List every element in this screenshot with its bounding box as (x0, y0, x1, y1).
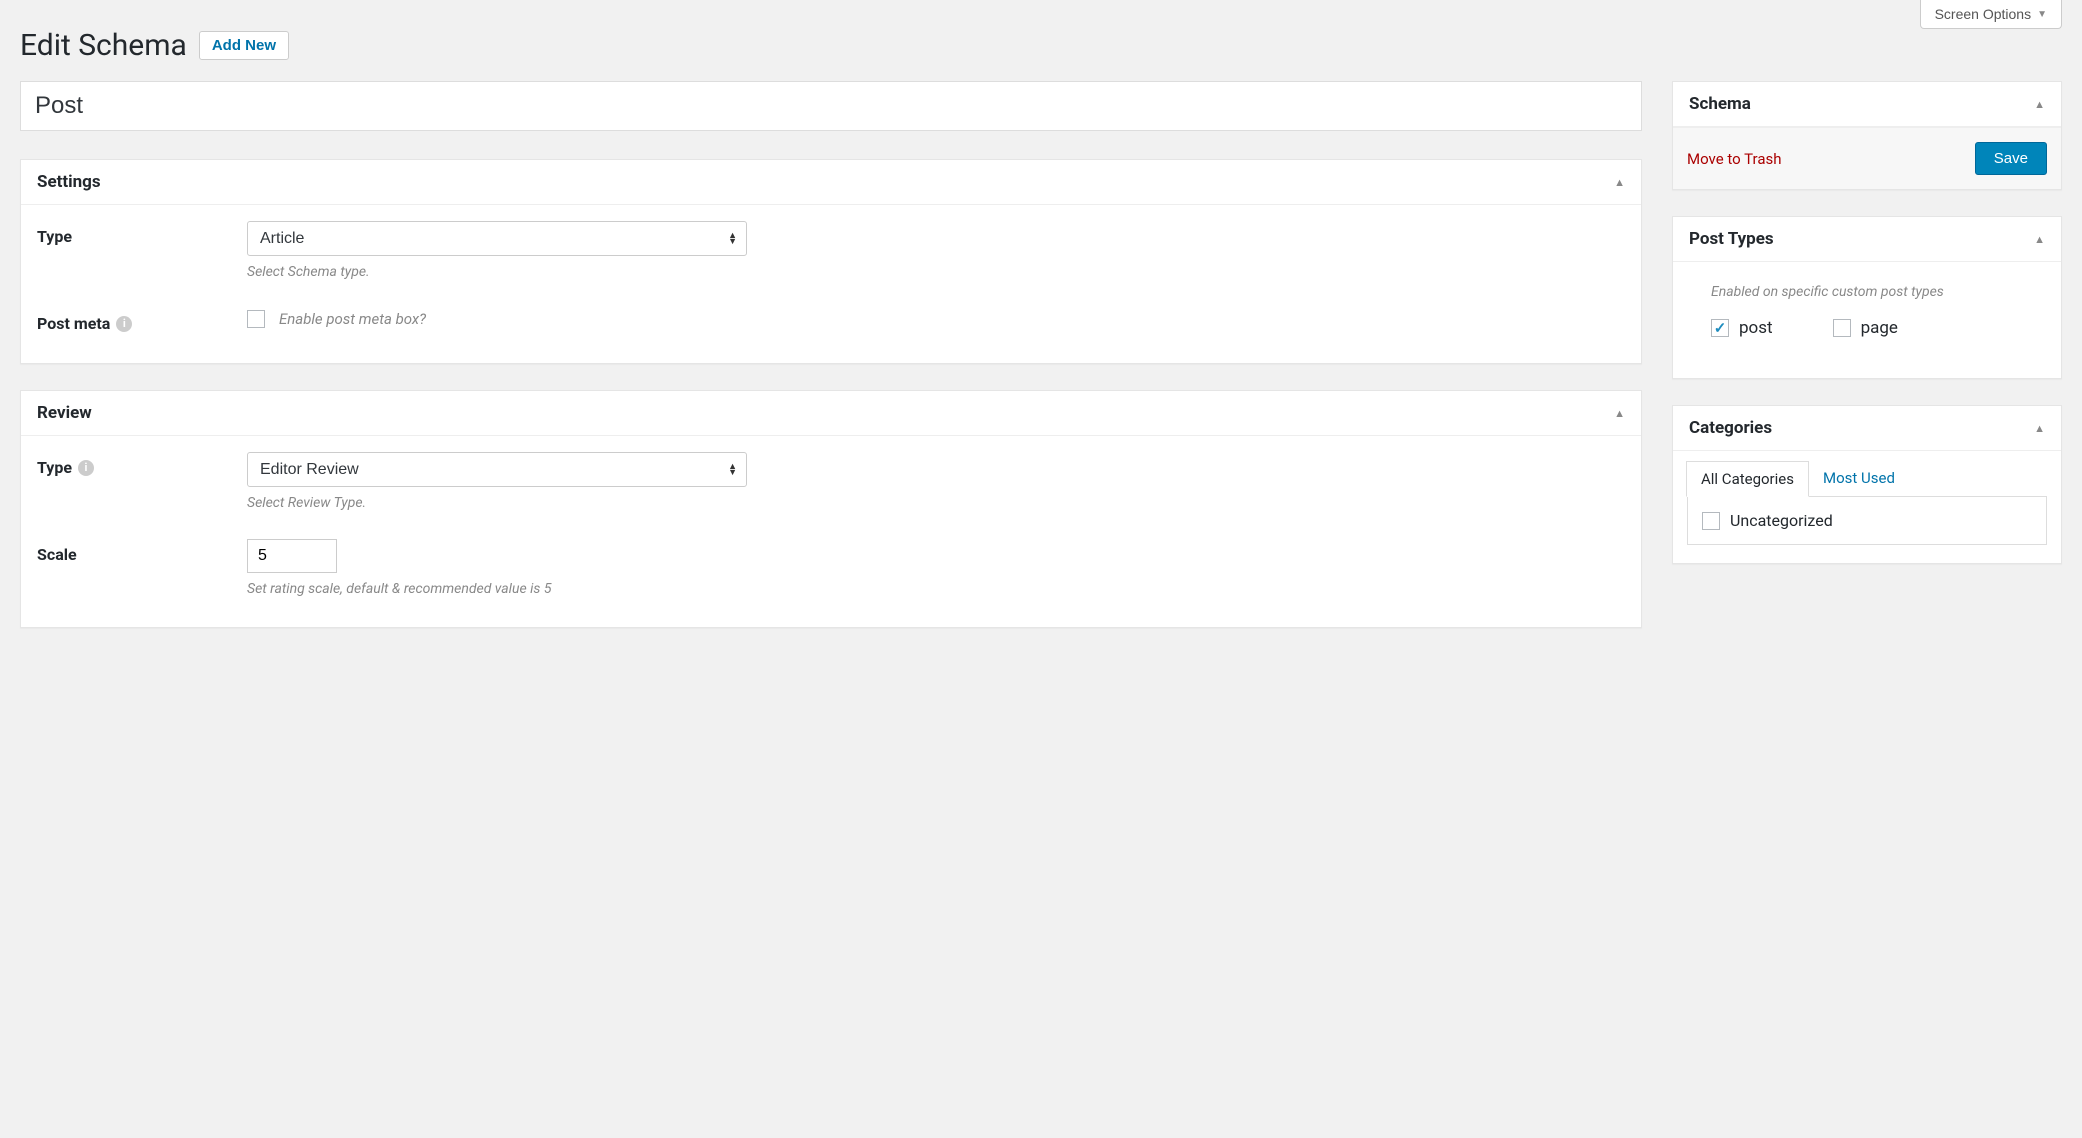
tab-all-categories[interactable]: All Categories (1686, 461, 1809, 497)
title-input[interactable] (20, 81, 1642, 131)
review-scale-label: Scale (37, 539, 227, 564)
collapse-up-icon[interactable]: ▲ (2034, 98, 2045, 111)
review-scale-input[interactable] (247, 539, 337, 573)
settings-box-header[interactable]: Settings ▲ (21, 160, 1641, 205)
chevron-down-icon: ▼ (2037, 9, 2047, 20)
collapse-up-icon[interactable]: ▲ (1614, 176, 1625, 189)
settings-type-label: Type (37, 221, 227, 246)
review-type-label: Type (37, 458, 72, 477)
screen-options-label: Screen Options (1935, 6, 2032, 22)
review-box-header[interactable]: Review ▲ (21, 391, 1641, 436)
review-box: Review ▲ Type i Editor Review (20, 390, 1642, 628)
page-title: Edit Schema (20, 28, 187, 63)
settings-heading: Settings (37, 172, 101, 192)
category-uncategorized-checkbox[interactable] (1702, 512, 1720, 530)
categories-panel: Uncategorized (1687, 497, 2047, 545)
info-icon: i (78, 460, 94, 476)
info-icon: i (116, 316, 132, 332)
move-to-trash-link[interactable]: Move to Trash (1687, 150, 1781, 168)
review-type-help: Select Review Type. (247, 495, 1625, 511)
post-types-heading: Post Types (1689, 229, 1774, 249)
screen-options-button[interactable]: Screen Options ▼ (1920, 0, 2062, 29)
category-item-label: Uncategorized (1730, 511, 1833, 530)
schema-publish-header[interactable]: Schema ▲ (1673, 82, 2061, 127)
collapse-up-icon[interactable]: ▲ (1614, 407, 1625, 420)
categories-heading: Categories (1689, 418, 1772, 438)
post-meta-checkbox[interactable] (247, 310, 265, 328)
post-types-header[interactable]: Post Types ▲ (1673, 217, 2061, 262)
post-type-page-label: page (1861, 318, 1898, 338)
collapse-up-icon[interactable]: ▲ (2034, 422, 2045, 435)
page-header: Edit Schema Add New (20, 28, 2062, 63)
tab-most-used[interactable]: Most Used (1809, 461, 1909, 496)
post-types-description: Enabled on specific custom post types (1711, 284, 2045, 300)
categories-header[interactable]: Categories ▲ (1673, 406, 2061, 451)
settings-type-help: Select Schema type. (247, 264, 1625, 280)
post-meta-checkbox-label: Enable post meta box? (279, 310, 426, 328)
add-new-button[interactable]: Add New (199, 31, 289, 60)
post-type-page-checkbox[interactable] (1833, 319, 1851, 337)
categories-tabs: All Categories Most Used (1687, 461, 2047, 497)
screen-options-wrap: Screen Options ▼ (1920, 0, 2062, 29)
post-type-option-page[interactable]: page (1833, 318, 1898, 338)
settings-type-select[interactable]: Article (247, 221, 747, 256)
review-scale-help: Set rating scale, default & recommended … (247, 581, 1625, 597)
collapse-up-icon[interactable]: ▲ (2034, 233, 2045, 246)
categories-box: Categories ▲ All Categories Most Used Un… (1672, 405, 2062, 564)
settings-box: Settings ▲ Type Article ▲▼ (20, 159, 1642, 364)
post-type-post-label: post (1739, 318, 1773, 338)
post-types-box: Post Types ▲ Enabled on specific custom … (1672, 216, 2062, 379)
review-heading: Review (37, 403, 92, 423)
post-type-post-checkbox[interactable] (1711, 319, 1729, 337)
schema-publish-box: Schema ▲ Move to Trash Save (1672, 81, 2062, 190)
review-type-select[interactable]: Editor Review (247, 452, 747, 487)
post-type-option-post[interactable]: post (1711, 318, 1773, 338)
category-item[interactable]: Uncategorized (1702, 511, 2032, 530)
schema-publish-heading: Schema (1689, 94, 1751, 114)
save-button[interactable]: Save (1975, 142, 2047, 175)
post-meta-label: Post meta (37, 314, 110, 333)
